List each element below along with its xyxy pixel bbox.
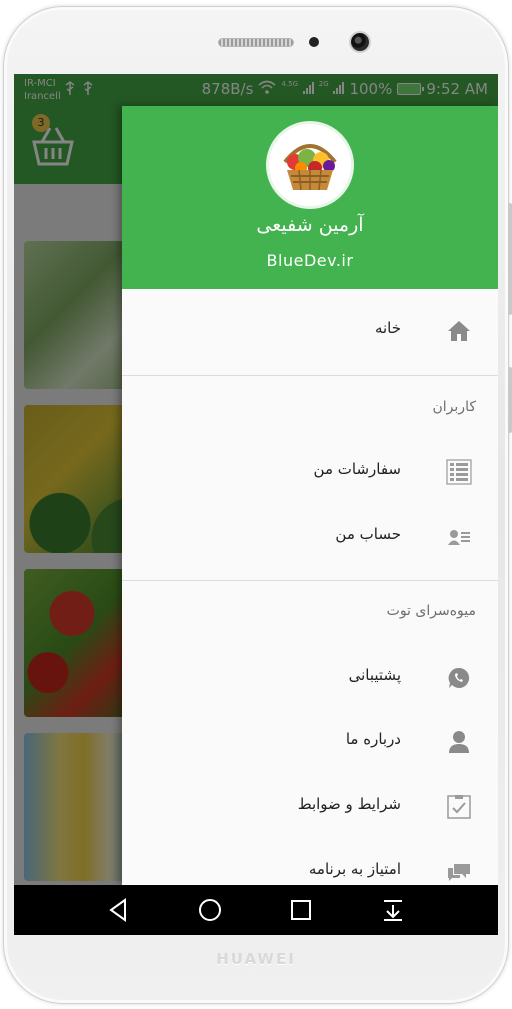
menu-item-about[interactable]: درباره ما <box>122 716 498 768</box>
menu-item-home[interactable]: خانه <box>122 305 498 357</box>
menu-item-label: سفارشات من <box>313 460 401 478</box>
recents-button[interactable] <box>288 897 314 923</box>
menu-item-label: امتیاز به برنامه <box>308 860 401 878</box>
menu-item-label: حساب من <box>335 525 401 543</box>
section-title-shop: میوه‌سرای توت <box>386 603 476 619</box>
menu-item-terms[interactable]: شرایط و ضوابط <box>122 781 498 833</box>
menu-item-label: شرایط و ضوابط <box>297 795 401 813</box>
chat-icon <box>446 859 472 885</box>
user-website: BlueDev.ir <box>266 251 354 270</box>
avatar[interactable] <box>266 121 354 209</box>
back-button[interactable] <box>106 897 132 923</box>
menu-item-rate[interactable]: امتیاز به برنامه <box>122 846 498 885</box>
device-brand-logo: HUAWEI <box>216 950 296 968</box>
menu-item-label: درباره ما <box>345 730 401 748</box>
menu-item-account[interactable]: حساب من <box>122 511 498 563</box>
home-circle-icon <box>199 899 221 921</box>
drawer-header: آرمین شفیعی BlueDev.ir <box>122 106 498 289</box>
whatsapp-icon <box>446 665 472 691</box>
list-icon <box>446 459 472 485</box>
menu-item-support[interactable]: پشتیبانی <box>122 652 498 704</box>
proximity-sensor <box>309 37 319 47</box>
notification-pull-button[interactable] <box>380 897 406 923</box>
user-name: آرمین شفیعی <box>256 214 364 236</box>
divider <box>122 580 498 581</box>
earpiece-speaker <box>218 38 294 47</box>
volume-button <box>508 203 512 315</box>
contact-card-icon <box>446 524 472 550</box>
person-icon <box>446 729 472 755</box>
home-icon <box>446 318 472 344</box>
menu-item-label: پشتیبانی <box>348 666 401 684</box>
recents-square-icon <box>291 900 311 920</box>
section-title-users: کاربران <box>432 399 476 415</box>
checklist-icon <box>446 794 472 820</box>
menu-item-label: خانه <box>374 319 401 337</box>
back-triangle-icon <box>109 898 126 922</box>
navigation-drawer: آرمین شفیعی BlueDev.ir خانه کاربران سفار… <box>122 106 498 885</box>
fruit-basket-icon <box>272 127 348 203</box>
pull-down-icon <box>384 900 402 921</box>
menu-item-orders[interactable]: سفارشات من <box>122 446 498 498</box>
divider <box>122 375 498 376</box>
home-button[interactable] <box>197 897 223 923</box>
power-button <box>508 367 512 433</box>
system-nav-bar <box>14 885 498 935</box>
front-camera <box>349 31 371 53</box>
phone-screen: IR-MCI Irancell 878B/s 4.5G 2G 100% 9:52… <box>14 74 498 935</box>
